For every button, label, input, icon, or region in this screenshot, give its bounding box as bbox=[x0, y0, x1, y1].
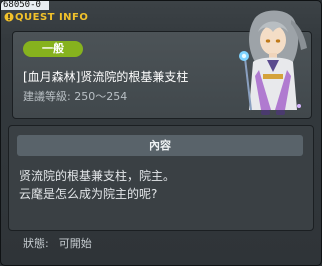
description-line: 贤流院的根基兼支柱，院主。 bbox=[19, 169, 176, 183]
quest-info-window: 68050-0 QUEST INFO 一般 [血月森林]贤流院的根基兼支柱 建議… bbox=[0, 0, 322, 266]
recommended-level: 建議等級: 250〜254 bbox=[23, 90, 127, 104]
quest-status: 狀態: 可開始 bbox=[23, 237, 92, 251]
status-value: 可開始 bbox=[58, 237, 92, 250]
content-header: 內容 bbox=[17, 135, 303, 156]
quest-description: 贤流院的根基兼支柱，院主。 云麾是怎么成为院主的呢? bbox=[19, 167, 175, 203]
npc-portrait bbox=[239, 10, 307, 115]
level-range: 250〜254 bbox=[74, 90, 128, 103]
quest-category-badge: 一般 bbox=[23, 41, 83, 57]
level-label: 建議等級: bbox=[23, 90, 71, 103]
quest-name: [血月森林]贤流院的根基兼支柱 bbox=[23, 70, 189, 84]
description-line: 云麾是怎么成为院主的呢? bbox=[19, 187, 158, 201]
quest-summary-panel: 一般 [血月森林]贤流院的根基兼支柱 建議等級: 250〜254 bbox=[12, 10, 312, 119]
quest-content-panel: 內容 贤流院的根基兼支柱，院主。 云麾是怎么成为院主的呢? bbox=[8, 125, 314, 231]
window-title: QUEST INFO bbox=[15, 12, 89, 23]
status-label: 狀態: bbox=[23, 237, 49, 250]
exclamation-icon bbox=[4, 12, 14, 22]
quest-id-tag: 68050-0 bbox=[1, 1, 49, 10]
